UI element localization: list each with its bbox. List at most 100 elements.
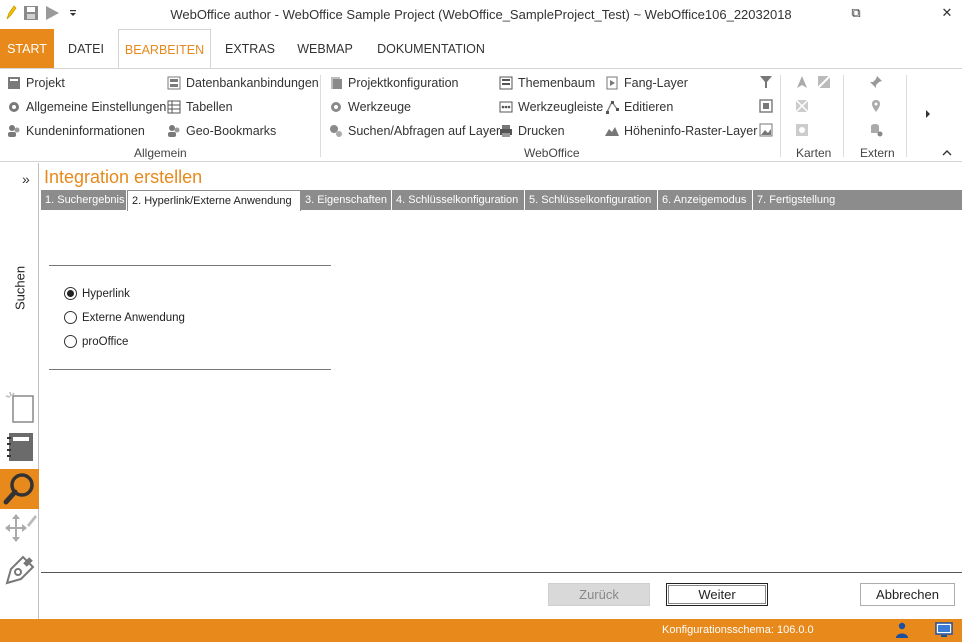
next-button[interactable]: Weiter — [666, 583, 768, 606]
ribbon-item-label: Editieren — [624, 100, 674, 114]
ribbon-separator — [320, 75, 321, 157]
ribbon-allgemeine-einstellungen[interactable]: Allgemeine Einstellungen — [6, 97, 166, 117]
search-icon — [3, 471, 37, 508]
radio-hyperlink[interactable] — [64, 287, 77, 300]
radio-externe-anwendung[interactable] — [64, 311, 77, 324]
ribbon-projektkonfiguration[interactable]: Projektkonfiguration — [328, 73, 458, 93]
ribbon-projekt[interactable]: Projekt — [6, 73, 65, 93]
tab-bearbeiten[interactable]: BEARBEITEN — [118, 29, 211, 69]
notebook-icon — [5, 431, 35, 466]
group-divider-bottom — [49, 369, 331, 370]
option-label: Externe Anwendung — [82, 311, 185, 324]
ribbon-item-label: Themenbaum — [518, 76, 596, 90]
option-externe-anwendung[interactable]: Externe Anwendung — [64, 311, 185, 324]
pin-icon[interactable] — [867, 73, 885, 91]
tree-icon — [498, 75, 514, 91]
toolbar-icon — [498, 99, 514, 115]
pen-tool-button[interactable] — [0, 551, 39, 591]
project-config-icon — [328, 75, 344, 91]
tab-webmap[interactable]: WEBMAP — [290, 29, 360, 68]
tab-datei[interactable]: DATEI — [62, 29, 110, 68]
config-schema-status: Konfigurationsschema: 106.0.0 — [662, 624, 814, 636]
step-eigenschaften[interactable]: 3. Eigenschaften — [301, 190, 392, 210]
new-document-icon — [4, 390, 36, 427]
ribbon-group-weboffice: WebOffice — [524, 146, 580, 160]
ribbon-item-label: Fang-Layer — [624, 76, 688, 90]
frame-icon[interactable] — [757, 97, 775, 115]
search-panel-button[interactable] — [0, 469, 39, 509]
ribbon-scroll-right-icon[interactable] — [919, 105, 937, 123]
step-suchergebnis[interactable]: 1. Suchergebnis — [41, 190, 127, 210]
layer-image-icon[interactable] — [757, 121, 775, 139]
ribbon-werkzeugleiste[interactable]: Werkzeugleiste — [498, 97, 603, 117]
ribbon-tabellen[interactable]: Tabellen — [166, 97, 233, 117]
ribbon-item-label: Kundeninformationen — [26, 124, 145, 138]
project-icon — [6, 75, 22, 91]
gear-icon — [6, 99, 22, 115]
elevation-icon — [604, 123, 620, 139]
map-layer-icon[interactable] — [793, 97, 811, 115]
ribbon-werkzeuge[interactable]: Werkzeuge — [328, 97, 411, 117]
printer-icon — [498, 123, 514, 139]
close-icon[interactable]: ✕ — [937, 5, 957, 21]
notebook-button[interactable] — [0, 428, 39, 468]
ribbon-drucken[interactable]: Drucken — [498, 121, 565, 141]
page-title: Integration erstellen — [44, 167, 203, 187]
ribbon-group-allgemein: Allgemein — [134, 146, 187, 160]
monitor-icon[interactable] — [935, 622, 953, 641]
ribbon-suchen-abfragen[interactable]: Suchen/Abfragen auf Layer — [328, 121, 500, 141]
map-marker-icon[interactable] — [867, 97, 885, 115]
ribbon-geo-bookmarks[interactable]: Geo-Bookmarks — [166, 121, 276, 141]
map-grid-icon[interactable] — [815, 73, 833, 91]
ribbon-item-label: Geo-Bookmarks — [186, 124, 277, 138]
edit-vertices-icon — [604, 99, 620, 115]
tab-start[interactable]: START — [0, 29, 54, 68]
option-hyperlink[interactable]: Hyperlink — [64, 287, 130, 300]
ribbon-kundeninformationen[interactable]: Kundeninformationen — [6, 121, 145, 141]
side-panel-title[interactable]: Suchen — [0, 258, 39, 318]
ribbon-editieren[interactable]: Editieren — [604, 97, 673, 117]
group-divider-top — [49, 265, 331, 266]
ribbon-hoeheninfo-raster-layer[interactable]: Höheninfo-Raster-Layer — [604, 121, 757, 141]
ribbon-themenbaum[interactable]: Themenbaum — [498, 73, 595, 93]
ribbon-separator — [906, 75, 907, 157]
window-title: WebOffice author - WebOffice Sample Proj… — [170, 7, 792, 22]
step-schluesselkonfiguration-5[interactable]: 5. Schlüsselkonfiguration — [525, 190, 658, 210]
ribbon-item-label: Tabellen — [186, 100, 233, 114]
ribbon-fang-layer[interactable]: Fang-Layer — [604, 73, 688, 93]
ribbon-tab-bar: START DATEI BEARBEITEN EXTRAS WEBMAP DOK… — [0, 29, 962, 69]
ribbon-group-extern: Extern — [860, 146, 895, 160]
north-arrow-icon[interactable] — [793, 73, 811, 91]
step-anzeigemodus[interactable]: 6. Anzeigemodus — [658, 190, 753, 210]
filter-icon[interactable] — [757, 73, 775, 91]
ribbon-item-label: Höheninfo-Raster-Layer — [624, 124, 758, 138]
step-hyperlink[interactable]: 2. Hyperlink/Externe Anwendung — [127, 190, 301, 211]
map-service-icon[interactable] — [793, 121, 811, 139]
pen-nib-icon — [3, 553, 37, 590]
ribbon-datenbankanbindungen[interactable]: Datenbankanbindungen — [166, 73, 319, 93]
step-schluesselkonfiguration-4[interactable]: 4. Schlüsselkonfiguration — [392, 190, 525, 210]
collapse-ribbon-icon[interactable] — [938, 144, 956, 162]
move-edit-button[interactable] — [0, 509, 39, 549]
restore-icon[interactable]: ⧉ — [846, 5, 866, 21]
ribbon: Projekt Allgemeine Einstellungen Kundeni… — [0, 68, 962, 162]
cancel-button[interactable]: Abbrechen — [860, 583, 955, 606]
tab-extras[interactable]: EXTRAS — [220, 29, 280, 68]
tab-dokumentation[interactable]: DOKUMENTATION — [372, 29, 490, 68]
user-icon[interactable] — [895, 622, 909, 642]
back-button[interactable]: Zurück — [548, 583, 650, 606]
status-bar: Konfigurationsschema: 106.0.0 — [0, 619, 962, 642]
ribbon-item-label: Allgemeine Einstellungen — [26, 100, 167, 114]
step-fertigstellung[interactable]: 7. Fertigstellung — [753, 190, 848, 210]
ribbon-item-label: Projektkonfiguration — [348, 76, 459, 90]
bookmark-users-icon — [166, 123, 182, 139]
option-prooffice[interactable]: proOffice — [64, 335, 128, 348]
footer-divider — [41, 572, 962, 573]
title-bar: WebOffice author - WebOffice Sample Proj… — [0, 0, 962, 28]
new-document-button[interactable] — [0, 388, 39, 428]
external-database-icon[interactable] — [867, 121, 885, 139]
radio-prooffice[interactable] — [64, 335, 77, 348]
tools-gear-icon — [328, 99, 344, 115]
expand-panel-icon[interactable]: » — [22, 171, 30, 187]
table-icon — [166, 99, 182, 115]
